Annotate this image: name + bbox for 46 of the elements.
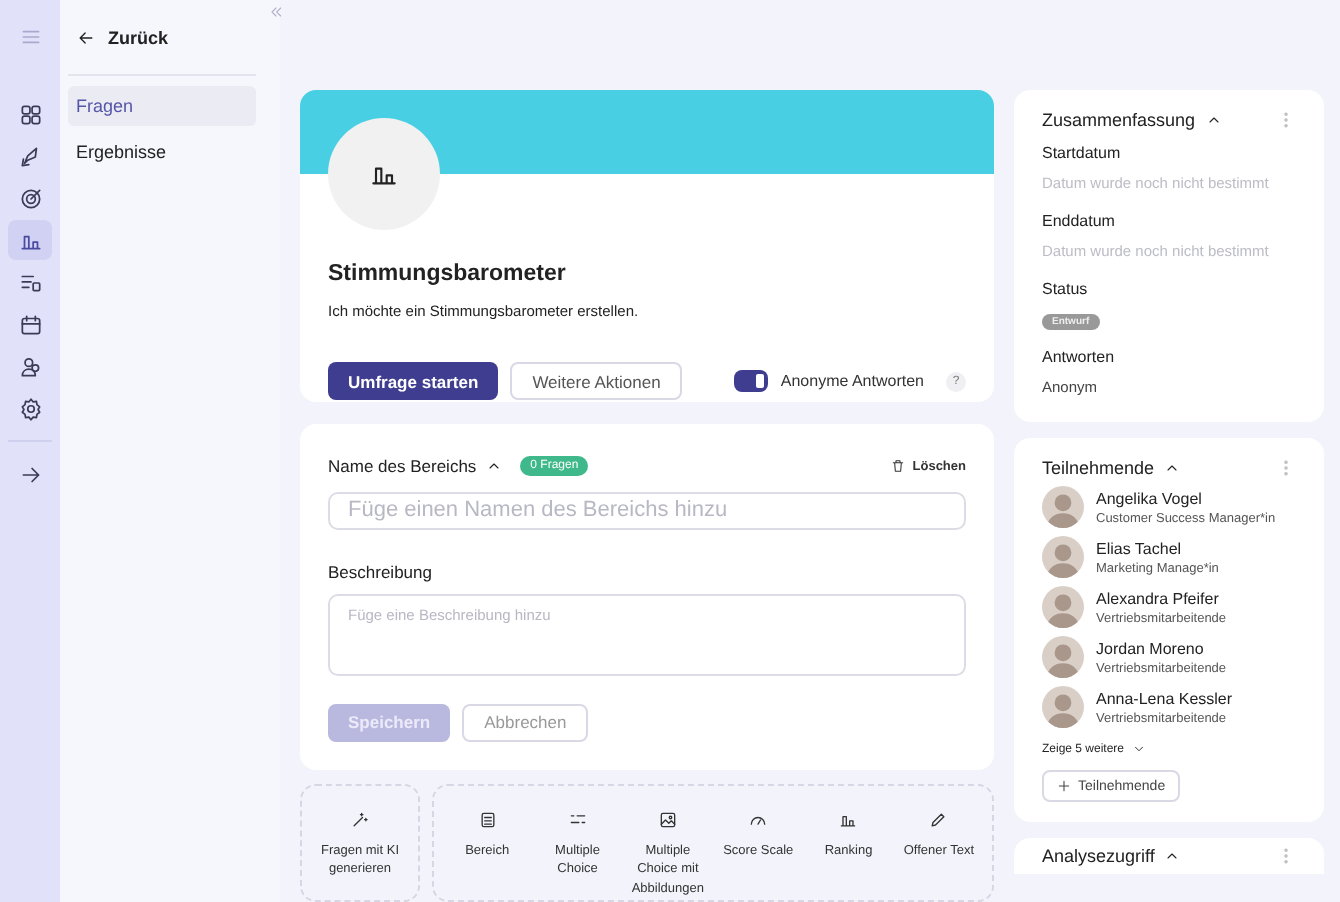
field-label: Antworten bbox=[1042, 348, 1117, 366]
field-label: Enddatum bbox=[1042, 212, 1117, 230]
participant-name: Elias Tachel bbox=[1096, 539, 1184, 557]
chevron-up-icon bbox=[1164, 848, 1181, 864]
chevron-up-icon bbox=[1205, 112, 1222, 128]
anonymous-toggle[interactable] bbox=[734, 370, 769, 392]
chevron-up-icon bbox=[1164, 460, 1181, 476]
participant-name: Angelika Vogel bbox=[1096, 489, 1204, 507]
image-icon bbox=[657, 809, 678, 830]
description-label: Beschreibung bbox=[328, 561, 434, 582]
people-icon bbox=[17, 353, 43, 379]
avatar-silhouette bbox=[1042, 536, 1084, 578]
subnav-item[interactable]: Fragen bbox=[68, 86, 256, 126]
sparkle-icon bbox=[350, 809, 370, 830]
avatar-silhouette bbox=[1042, 486, 1084, 528]
survey-title: Stimmungsbarometer bbox=[328, 262, 568, 286]
section-name-field[interactable]: Füge einen Namen des Bereichs hinzu bbox=[328, 491, 966, 530]
plus-icon bbox=[1056, 778, 1072, 794]
section-name-label: Name des Bereichs bbox=[328, 456, 477, 477]
settings-icon bbox=[17, 395, 43, 421]
pencil-icon bbox=[928, 809, 949, 830]
card-title: Analysezugriff bbox=[1042, 846, 1155, 866]
field-label: Status bbox=[1042, 280, 1090, 298]
target-icon bbox=[17, 185, 43, 211]
section-icon bbox=[477, 809, 498, 830]
trash-icon bbox=[890, 458, 907, 475]
toggle-label: Anonyme Antworten bbox=[780, 372, 924, 390]
avatar-silhouette bbox=[1042, 636, 1084, 678]
more-actions-button[interactable]: Weitere Aktionen bbox=[510, 362, 683, 400]
start-survey-button[interactable]: Umfrage starten bbox=[328, 362, 499, 400]
arrow-left-icon bbox=[76, 27, 96, 47]
back-button[interactable]: Zurück bbox=[68, 0, 256, 76]
chevron-down-icon bbox=[1132, 742, 1147, 756]
participant-name: Jordan Moreno bbox=[1096, 639, 1206, 657]
calendar-icon bbox=[17, 311, 43, 337]
participant-name: Anna-Lena Kessler bbox=[1096, 689, 1233, 707]
ranking-nav-button[interactable] bbox=[8, 220, 52, 260]
avatar-silhouette bbox=[1042, 686, 1084, 728]
grid-icon bbox=[17, 101, 43, 127]
collapse-icon bbox=[268, 4, 284, 20]
card-title: Zusammenfassung bbox=[1042, 110, 1196, 130]
participant-name: Alexandra Pfeifer bbox=[1096, 589, 1221, 607]
field-label: Startdatum bbox=[1042, 144, 1123, 162]
card-title: Teilnehmende bbox=[1042, 458, 1155, 478]
subnav-item[interactable]: Ergebnisse bbox=[68, 132, 256, 172]
avatar-silhouette bbox=[1042, 586, 1084, 628]
